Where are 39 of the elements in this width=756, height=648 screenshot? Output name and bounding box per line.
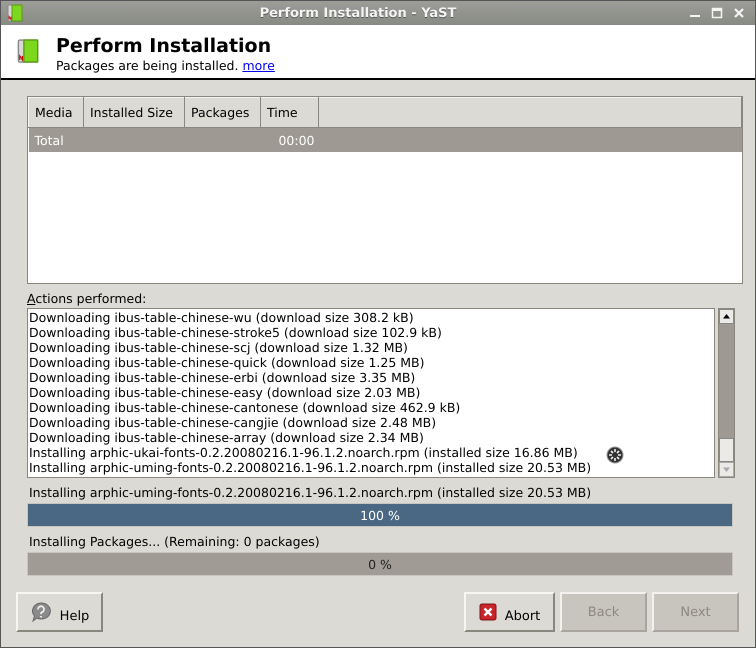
column-header[interactable]: Time — [260, 98, 318, 128]
log-line: Downloading ibus-table-chinese-easy (download size 2.03 MB) — [28, 385, 420, 400]
package-icon — [7, 3, 23, 23]
scroll-down-icon[interactable] — [719, 462, 734, 477]
log-line: Downloading ibus-table-chinese-array (download size 2.34 MB) — [28, 430, 424, 445]
log-line: Installing arphic-ukai-fonts-0.2.20080216.1-96.1.2.noarch.rpm (installed size 16.86 MB) — [28, 445, 578, 460]
log-line: Downloading ibus-table-chinese-cangjie (download size 2.48 MB) — [28, 415, 436, 430]
dialog-button[interactable]: Abort — [464, 592, 555, 632]
window-title: Perform Installation - YaST — [258, 6, 458, 20]
progress-reading: 100 % — [360, 508, 400, 522]
log-line: Downloading ibus-table-chinese-erbi (download size 3.35 MB) — [28, 370, 416, 385]
log-line: Downloading ibus-table-chinese-cantonese (download size 462.9 kB) — [28, 400, 460, 415]
scroll-up-icon[interactable] — [719, 309, 734, 324]
column-header[interactable]: Media — [28, 98, 84, 128]
abort-icon — [478, 603, 497, 621]
progress-label: Installing Packages... (Remaining: 0 packages) — [28, 534, 321, 550]
more-link[interactable]: more — [242, 58, 275, 73]
table-cell: 00:00 — [278, 132, 314, 148]
progress-label: Installing arphic-uming-fonts-0.2.20080216.1-96.1.2.noarch.rpm (installed size 20.53 MB) — [28, 485, 592, 501]
close-icon[interactable] — [733, 7, 745, 19]
busy-cursor-icon — [606, 446, 624, 464]
log-line: Downloading ibus-table-chinese-wu (download size 308.2 kB) — [28, 310, 414, 325]
maximize-icon[interactable] — [711, 7, 723, 19]
page-title: Perform Installation — [56, 35, 272, 57]
column-header[interactable]: Installed Size — [84, 98, 184, 128]
progress-reading: 0 % — [368, 556, 392, 572]
log-line: Downloading ibus-table-chinese-stroke5 (download size 102.9 kB) — [28, 325, 442, 340]
log-label: Actions performed: — [27, 291, 148, 306]
column-header[interactable]: Packages — [184, 98, 260, 128]
package-icon — [17, 37, 39, 65]
dialog-button[interactable]: Help — [16, 592, 103, 632]
help-icon — [30, 601, 52, 623]
log-line: Downloading ibus-table-chinese-scj (download size 1.32 MB) — [28, 340, 408, 355]
log-line: Downloading ibus-table-chinese-quick (download size 1.25 MB) — [28, 355, 425, 370]
table-cell: Total — [34, 132, 64, 148]
page-subtitle: Packages are being installed. — [56, 58, 238, 73]
scrollbar[interactable] — [718, 308, 735, 478]
scroll-thumb[interactable] — [719, 438, 734, 462]
log-line: Installing arphic-uming-fonts-0.2.20080216.1-96.1.2.noarch.rpm (installed size 20.53 MB) — [28, 460, 592, 475]
